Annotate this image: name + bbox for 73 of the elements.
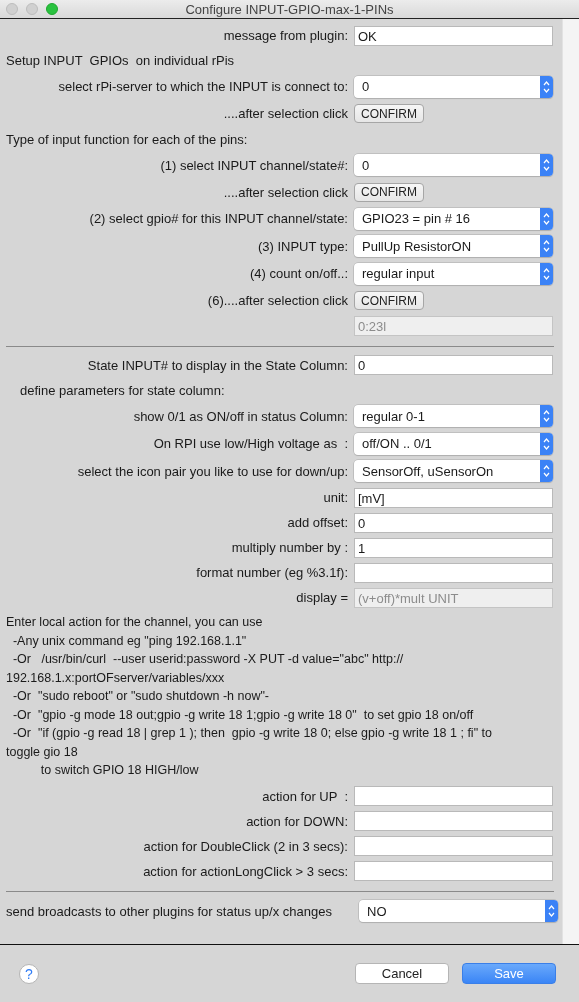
popup-menu[interactable]: 0 bbox=[354, 75, 553, 98]
help-text-line: -Or "gpio -g mode 18 out;gpio -g write 18 1;gpio -g write 18 0" to set gpio 18 on/off bbox=[11, 706, 475, 724]
field-label: display = bbox=[295, 590, 349, 605]
field-label: send broadcasts to other plugins for status up/x changes bbox=[5, 903, 333, 919]
help-text-line: toggle gio 18 bbox=[6, 743, 79, 761]
section-heading: Type of input function for each of the pins: bbox=[5, 130, 249, 149]
field-label: message from plugin: bbox=[222, 28, 349, 43]
stepper-icon[interactable] bbox=[540, 235, 553, 258]
field-label: State INPUT# to display in the State Column: bbox=[86, 357, 349, 373]
text-field[interactable]: 0 bbox=[354, 512, 553, 533]
popup-menu[interactable]: off/ON .. 0/1 bbox=[354, 432, 553, 455]
dialog-button[interactable]: Cancel bbox=[355, 963, 449, 984]
field-label: ....after selection click bbox=[222, 184, 349, 200]
field-label: action for DOWN: bbox=[245, 813, 349, 829]
field-label: (3) INPUT type: bbox=[256, 238, 349, 254]
help-text-line: to switch GPIO 18 HIGH/low bbox=[39, 762, 200, 779]
popup-menu[interactable]: regular input bbox=[354, 262, 553, 285]
text-field[interactable]: 1 bbox=[354, 537, 553, 558]
text-field[interactable] bbox=[354, 836, 553, 856]
field-label: action for UP : bbox=[261, 788, 349, 804]
field-label: (2) select gpio# for this INPUT channel/state: bbox=[88, 211, 349, 227]
field-label: show 0/1 as ON/off in status Column: bbox=[132, 408, 349, 424]
stepper-icon[interactable] bbox=[540, 154, 553, 177]
field-label: (6)....after selection click bbox=[206, 293, 349, 308]
help-button[interactable]: ? bbox=[19, 963, 39, 984]
stepper-icon[interactable] bbox=[540, 207, 553, 230]
help-text-line: -Any unix command eg "ping 192.168.1.1" bbox=[11, 632, 248, 650]
text-field[interactable] bbox=[354, 562, 553, 583]
stepper-icon[interactable] bbox=[540, 262, 553, 285]
confirm-button[interactable]: CONFIRM bbox=[354, 291, 424, 310]
scrollbar[interactable] bbox=[562, 19, 579, 944]
stepper-icon[interactable] bbox=[540, 405, 553, 428]
stepper-icon[interactable] bbox=[540, 432, 553, 455]
text-field[interactable] bbox=[354, 811, 553, 831]
field-label: unit: bbox=[322, 490, 349, 505]
help-text-line: Enter local action for the channel, you can use bbox=[6, 614, 264, 631]
field-label: add offset: bbox=[286, 515, 349, 530]
window-title: Configure INPUT-GPIO-max-1-PINs bbox=[185, 1, 394, 17]
popup-menu[interactable]: GPIO23 = pin # 16 bbox=[354, 207, 553, 230]
section-heading: Setup INPUT GPIOs on individual rPis bbox=[5, 52, 236, 70]
section-heading: define parameters for state column: bbox=[19, 381, 226, 400]
popup-menu[interactable]: PullUp ResistorON bbox=[354, 235, 553, 258]
confirm-button[interactable]: CONFIRM bbox=[354, 182, 424, 202]
field-label: action for DoubleClick (2 in 3 secs): bbox=[142, 838, 349, 854]
field-label: select the icon pair you like to use for down/up: bbox=[76, 463, 349, 479]
help-text-line: -Or "if (gpio -g read 18 | grep 1 ); then gpio -g write 18 0; else gpio -g write 18 1 ; fi" to bbox=[11, 725, 493, 742]
popup-menu[interactable]: 0 bbox=[354, 154, 553, 177]
stepper-icon[interactable] bbox=[540, 460, 553, 483]
field-label: (1) select INPUT channel/state#: bbox=[159, 157, 349, 173]
popup-menu[interactable]: NO bbox=[359, 900, 558, 923]
text-field[interactable]: [mV] bbox=[354, 487, 553, 508]
field-label: (4) count on/off..: bbox=[248, 266, 349, 282]
field-label: select rPi-server to which the INPUT is connect to: bbox=[57, 79, 349, 95]
text-field[interactable]: OK bbox=[354, 25, 553, 46]
field-label: format number (eg %3.1f): bbox=[195, 565, 349, 580]
stepper-icon[interactable] bbox=[545, 900, 558, 923]
field-label: ....after selection click bbox=[222, 106, 349, 121]
field-label: On RPI use low/High voltage as : bbox=[152, 436, 349, 452]
field-label: multiply number by : bbox=[230, 540, 349, 555]
popup-menu[interactable]: SensorOff, uSensorOn bbox=[354, 460, 553, 483]
text-field[interactable] bbox=[354, 786, 553, 806]
field-label: action for actionLongClick > 3 secs: bbox=[142, 863, 349, 879]
readonly-field: (v+off)*mult UNIT bbox=[354, 587, 553, 608]
confirm-button[interactable]: CONFIRM bbox=[354, 104, 424, 123]
help-text-line: -Or /usr/bin/curl --user userid:password -X PUT -d value="abc" http:// bbox=[11, 651, 405, 668]
help-text-line: -Or "sudo reboot" or "sudo shutdown -h now"- bbox=[11, 688, 270, 705]
stepper-icon[interactable] bbox=[540, 75, 553, 98]
text-field[interactable]: 0 bbox=[354, 355, 553, 375]
popup-menu[interactable]: regular 0-1 bbox=[354, 405, 553, 428]
text-field[interactable] bbox=[354, 861, 553, 881]
zoom-icon[interactable] bbox=[46, 3, 58, 15]
help-text-line: 192.168.1.x:portOFserver/variables/xxx bbox=[6, 669, 226, 687]
readonly-field: 0:23l bbox=[354, 316, 553, 336]
